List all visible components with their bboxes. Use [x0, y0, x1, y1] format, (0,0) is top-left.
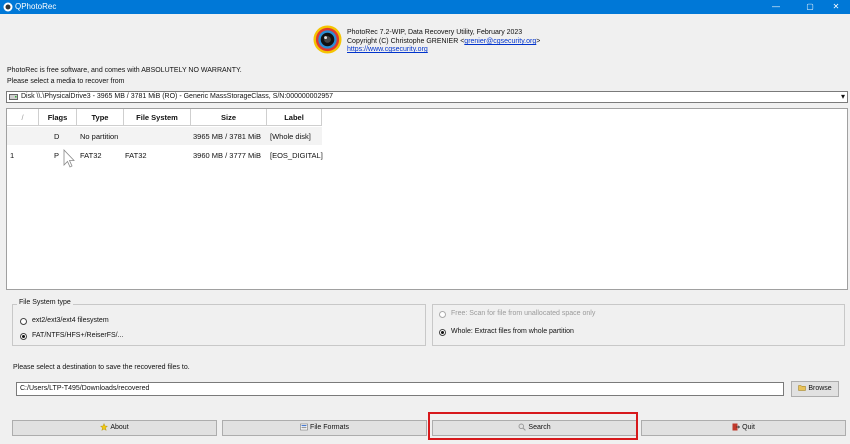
- chevron-down-icon[interactable]: ▾: [841, 92, 845, 101]
- formats-icon: [300, 423, 308, 431]
- group-legend: File System type: [17, 299, 73, 306]
- folder-icon: [798, 385, 807, 391]
- header-flags[interactable]: Flags: [39, 109, 77, 126]
- radio-free-space[interactable]: [439, 311, 446, 318]
- row-flags: P: [54, 151, 60, 160]
- photorec-logo-icon: [313, 25, 342, 54]
- browse-label: Browse: [808, 385, 832, 392]
- radio-free-label[interactable]: Free: Scan for file from unallocated spa…: [451, 310, 595, 317]
- row-number: 1: [10, 151, 15, 160]
- browse-button[interactable]: Browse: [791, 381, 839, 397]
- row-type: FAT32: [80, 151, 102, 160]
- close-icon[interactable]: ✕: [822, 0, 850, 14]
- star-icon: [100, 423, 109, 432]
- row-label: [Whole disk]: [270, 132, 311, 141]
- file-system-type-group: File System type ext2/ext3/ext4 filesyst…: [12, 299, 426, 346]
- file-formats-label: File Formats: [310, 424, 349, 431]
- file-formats-button[interactable]: File Formats: [222, 420, 427, 436]
- row-type: No partition: [80, 132, 119, 141]
- header-label[interactable]: Label: [267, 109, 322, 126]
- search-highlight-box: [428, 412, 638, 440]
- disk-select[interactable]: Disk \\.\PhysicalDrive3 - 3965 MB / 3781…: [6, 91, 848, 103]
- scan-mode-group: Free: Scan for file from unallocated spa…: [432, 304, 845, 346]
- copyright-line: Copyright (C) Christophe GRENIER <grenie…: [347, 38, 540, 45]
- about-button[interactable]: About: [12, 420, 217, 436]
- select-media-label: Please select a media to recover from: [7, 78, 125, 85]
- table-row[interactable]: D No partition 3965 MB / 3781 MiB [Whole…: [7, 127, 322, 145]
- app-icon: [3, 2, 13, 12]
- destination-input[interactable]: C:/Users/LTP-T495/Downloads/recovered: [16, 382, 784, 396]
- destination-label: Please select a destination to save the …: [13, 364, 190, 371]
- row-file-system: FAT32: [125, 151, 147, 160]
- quit-icon: [732, 423, 741, 431]
- row-size: 3965 MB / 3781 MiB: [193, 132, 261, 141]
- radio-ext-label[interactable]: ext2/ext3/ext4 filesystem: [32, 317, 109, 324]
- radio-whole-label[interactable]: Whole: Extract files from whole partitio…: [451, 328, 574, 335]
- warranty-notice: PhotoRec is free software, and comes wit…: [7, 67, 242, 74]
- table-row[interactable]: 1 P FAT32 FAT32 3960 MB / 3777 MiB [EOS_…: [7, 146, 323, 164]
- row-size: 3960 MB / 3777 MiB: [193, 151, 261, 160]
- quit-label: Quit: [742, 424, 755, 431]
- radio-ext-filesystem[interactable]: [20, 318, 27, 325]
- email-link[interactable]: grenier@cgsecurity.org: [464, 38, 536, 45]
- row-flags: D: [54, 132, 60, 141]
- copyright-text: Copyright (C) Christophe GRENIER <: [347, 38, 465, 45]
- header-corner[interactable]: /: [7, 109, 39, 126]
- drive-icon: [9, 94, 18, 100]
- website-link[interactable]: https://www.cgsecurity.org: [347, 46, 428, 53]
- partition-table[interactable]: / Flags Type File System Size Label D No…: [6, 108, 848, 290]
- radio-whole-partition[interactable]: [439, 329, 446, 336]
- version-text: PhotoRec 7.2-WIP, Data Recovery Utility,…: [347, 29, 523, 36]
- maximize-icon[interactable]: ▢: [796, 0, 824, 14]
- radio-fat-ntfs[interactable]: [20, 333, 27, 340]
- title-bar: QPhotoRec — ▢ ✕: [0, 0, 850, 14]
- header-type[interactable]: Type: [77, 109, 124, 126]
- copyright-suffix: >: [536, 38, 541, 45]
- radio-fat-label[interactable]: FAT/NTFS/HFS+/ReiserFS/...: [32, 332, 123, 339]
- destination-value: C:/Users/LTP-T495/Downloads/recovered: [20, 385, 150, 392]
- disk-select-value: Disk \\.\PhysicalDrive3 - 3965 MB / 3781…: [21, 93, 334, 100]
- header-size[interactable]: Size: [191, 109, 267, 126]
- minimize-icon[interactable]: —: [762, 0, 790, 14]
- quit-button[interactable]: Quit: [641, 420, 846, 436]
- header-file-system[interactable]: File System: [124, 109, 191, 126]
- about-label: About: [110, 424, 129, 431]
- row-label: [EOS_DIGITAL]: [270, 151, 323, 160]
- mouse-cursor-icon: [63, 149, 75, 168]
- window-title: QPhotoRec: [15, 2, 57, 11]
